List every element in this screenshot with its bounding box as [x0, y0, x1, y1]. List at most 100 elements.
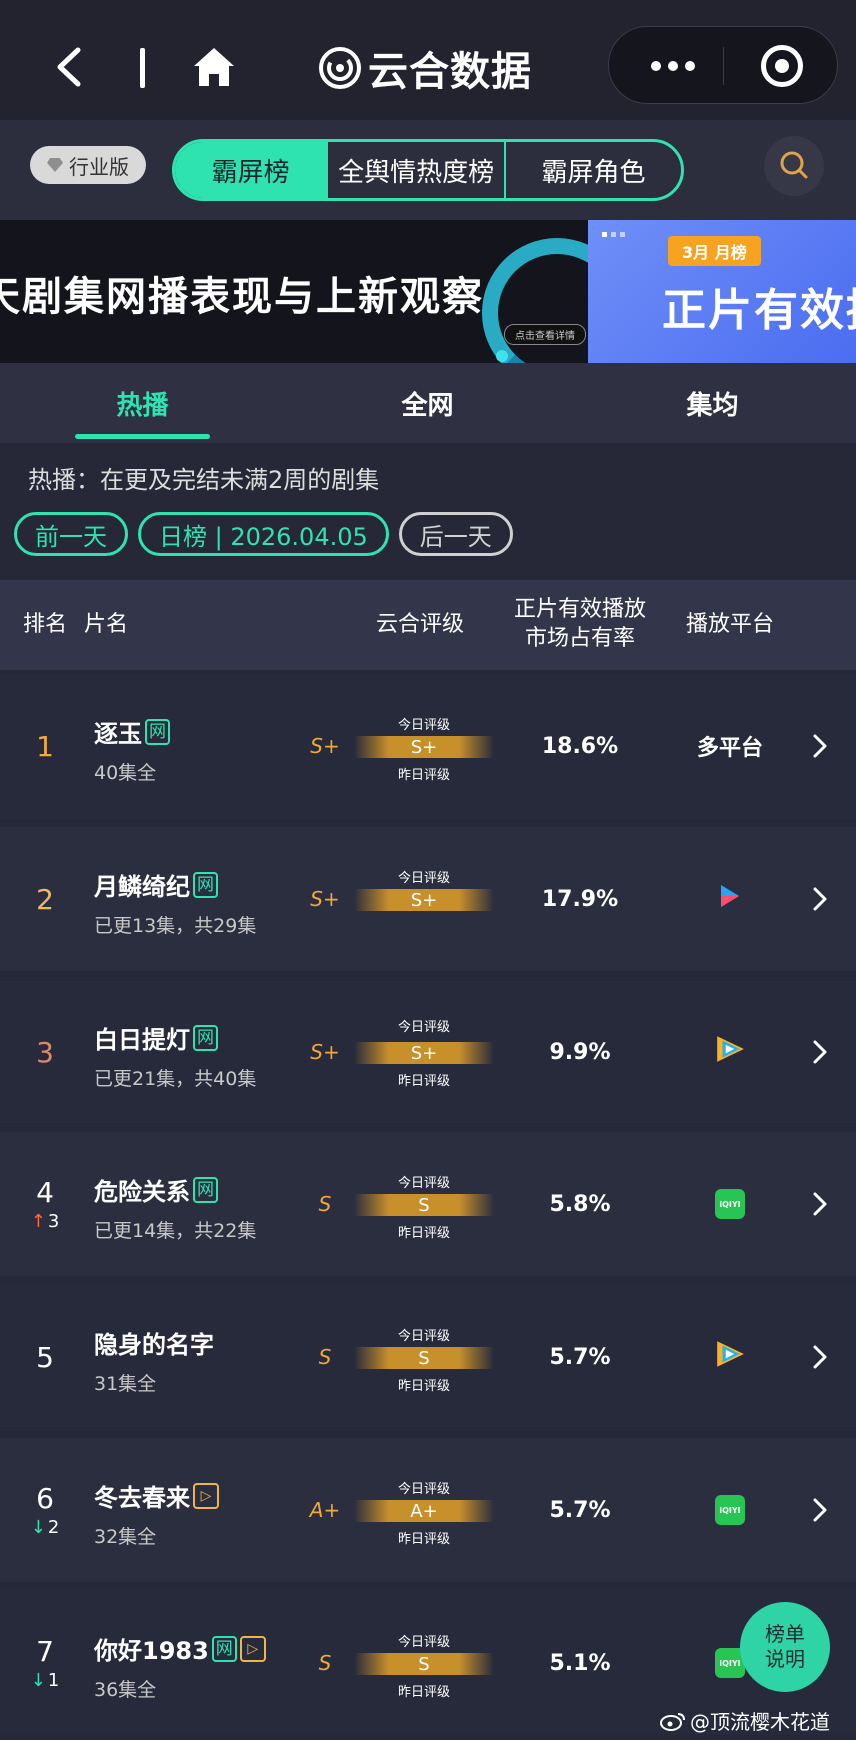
today-grade-label: 今日评级 [397, 1329, 450, 1344]
app-title: 云合数据 [368, 49, 532, 95]
trend-arrow-icon: ↓ [30, 1670, 46, 1691]
show-title[interactable]: 白日提灯 [94, 1020, 190, 1055]
platform-cell: 多平台 [660, 674, 800, 818]
banner-dot-graphic [496, 350, 508, 362]
chevron-right-icon[interactable] [810, 1190, 830, 1218]
grade-bar: S [354, 1653, 494, 1675]
more-icon[interactable] [643, 51, 703, 81]
trend-value: 2 [47, 1517, 60, 1538]
chevron-right-icon[interactable] [810, 1038, 830, 1066]
grade-label: A+ [309, 1498, 341, 1522]
banner-cta[interactable]: 点击查看详情 [504, 324, 586, 345]
banner-slide-right[interactable]: 3月 月榜 正片有效播 [588, 220, 856, 363]
weibo-credit: @顶流樱木花道 [660, 1706, 830, 1735]
show-title[interactable]: 危险关系 [94, 1172, 190, 1207]
board-header: 行业版 霸屏榜 全舆情热度榜 霸屏角色 [0, 120, 856, 220]
date-navigation: 前一天 日榜 | 2026.04.05 后一天 [14, 512, 513, 558]
table-row[interactable]: 5 隐身的名字 31集全 S 今日评级 S 昨日评级 5.7% [0, 1285, 856, 1429]
platform-cell: iQIYI [660, 1438, 800, 1582]
tab-dominance[interactable]: 霸屏榜 [175, 142, 329, 198]
rank-cell: 2 [20, 827, 70, 971]
rank-cell: 4 ↑ 3 [20, 1132, 70, 1276]
rank-trend-down: ↓ 2 [31, 1517, 60, 1538]
credit-text: @顶流樱木花道 [690, 1710, 830, 1734]
chevron-right-icon[interactable] [810, 885, 830, 913]
rank-number: 7 [36, 1635, 54, 1668]
search-icon[interactable] [764, 136, 824, 196]
rank-number: 3 [36, 1035, 54, 1069]
rank-trend-down: ↓ 1 [31, 1670, 60, 1691]
chevron-right-icon[interactable] [810, 732, 830, 760]
rank-number: 2 [36, 882, 54, 916]
subtab-hot[interactable]: 热播 [0, 363, 285, 443]
grade-label: S+ [310, 734, 340, 758]
iqiyi-icon: iQIYI [715, 1495, 745, 1525]
promo-banner[interactable]: 天剧集网播表现与上新观察 点击查看详情 3月 月榜 正片有效播 [0, 220, 856, 363]
home-icon[interactable] [192, 46, 236, 88]
grade-label: S+ [310, 887, 340, 911]
show-title[interactable]: 逐玉 [94, 714, 142, 749]
grade-bar: A+ [354, 1500, 494, 1522]
rank-cell: 3 [20, 980, 70, 1124]
header-grade: 云合评级 [375, 611, 464, 637]
header-rank: 排名 [22, 611, 67, 637]
rank-cell: 6 ↓ 2 [20, 1438, 70, 1582]
table-row[interactable]: 2 月鳞绮纪 网 已更13集，共29集 S+ 今日评级 S+ 17.9% [0, 827, 856, 971]
date-picker[interactable]: 日榜 | 2026.04.05 [138, 512, 389, 556]
grade-indicator: 今日评级 S+ 昨日评级 [354, 980, 494, 1124]
edition-badge[interactable]: 行业版 [30, 146, 146, 184]
board-tabs: 霸屏榜 全舆情热度榜 霸屏角色 [172, 139, 684, 201]
app-title-group: 云合数据 [318, 40, 532, 96]
show-title-line: 月鳞绮纪 网 [94, 867, 218, 902]
back-icon[interactable] [50, 42, 90, 92]
table-row[interactable]: 4 ↑ 3 危险关系 网 已更14集，共22集 S 今日评级 S 昨日评级 5.8… [0, 1132, 856, 1276]
next-day-button[interactable]: 后一天 [398, 512, 513, 556]
table-row[interactable]: 1 逐玉 网 40集全 S+ 今日评级 S+ 昨日评级 18.6% 多平台 [0, 674, 856, 818]
header-platform: 播放平台 [685, 611, 774, 637]
network-drama-tag: 网 [145, 718, 170, 745]
tab-sentiment-heat[interactable]: 全舆情热度榜 [328, 142, 507, 198]
chevron-right-icon[interactable] [810, 1343, 830, 1371]
sub-tabs: 热播 全网 集均 [0, 363, 856, 443]
show-title[interactable]: 冬去春来 [94, 1478, 190, 1513]
show-title[interactable]: 月鳞绮纪 [94, 867, 190, 902]
prev-day-button[interactable]: 前一天 [14, 512, 128, 556]
grade-indicator: 今日评级 A+ 昨日评级 [354, 1438, 494, 1582]
subtab-all-network[interactable]: 全网 [285, 363, 570, 443]
ranking-explanation-button[interactable]: 榜单 说明 [740, 1602, 830, 1692]
grade-bar: S+ [354, 1042, 494, 1064]
banner-left-text: 天剧集网播表现与上新观察 [0, 274, 484, 320]
show-title[interactable]: 隐身的名字 [94, 1325, 214, 1360]
rank-number: 5 [36, 1340, 54, 1374]
top-nav-bar: 云合数据 [0, 0, 856, 120]
close-target-icon[interactable] [761, 45, 803, 87]
chevron-right-icon[interactable] [810, 1496, 830, 1524]
table-row[interactable]: 3 白日提灯 网 已更21集，共40集 S+ 今日评级 S+ 昨日评级 9.9% [0, 980, 856, 1124]
grade-bar: S [354, 1194, 494, 1216]
today-grade-label: 今日评级 [397, 1020, 450, 1035]
show-title-line: 隐身的名字 [94, 1325, 214, 1360]
today-grade-label: 今日评级 [397, 718, 450, 733]
play-tag-icon: ▷ [239, 1635, 266, 1662]
today-grade-label: 今日评级 [397, 871, 450, 886]
edition-label: 行业版 [69, 154, 129, 179]
show-title[interactable]: 你好1983 [94, 1631, 209, 1666]
table-row[interactable]: 6 ↓ 2 冬去春来 ▷ 32集全 A+ 今日评级 A+ 昨日评级 5.7% iQ… [0, 1438, 856, 1582]
subtab-per-episode[interactable]: 集均 [570, 363, 855, 443]
yesterday-grade-label: 昨日评级 [397, 1532, 450, 1547]
banner-slide-left[interactable]: 天剧集网播表现与上新观察 点击查看详情 [0, 220, 588, 363]
grade-indicator: 今日评级 S 昨日评级 [354, 1285, 494, 1429]
grade-bar: S+ [354, 736, 494, 758]
trend-value: 3 [47, 1211, 60, 1232]
grade-bar: S [354, 1347, 494, 1369]
mini-program-capsule [608, 26, 838, 104]
market-share-value: 18.6% [541, 733, 619, 759]
episode-status: 36集全 [94, 1679, 157, 1701]
tab-dominance-roles[interactable]: 霸屏角色 [506, 142, 681, 198]
trend-arrow-icon: ↓ [30, 1517, 46, 1538]
market-share-value: 5.8% [549, 1191, 611, 1217]
diamond-icon [47, 158, 63, 172]
header-market-share: 正片有效播放 市场占有率 [513, 597, 646, 651]
platform-cell [660, 980, 800, 1124]
platform-cell [660, 1285, 800, 1429]
